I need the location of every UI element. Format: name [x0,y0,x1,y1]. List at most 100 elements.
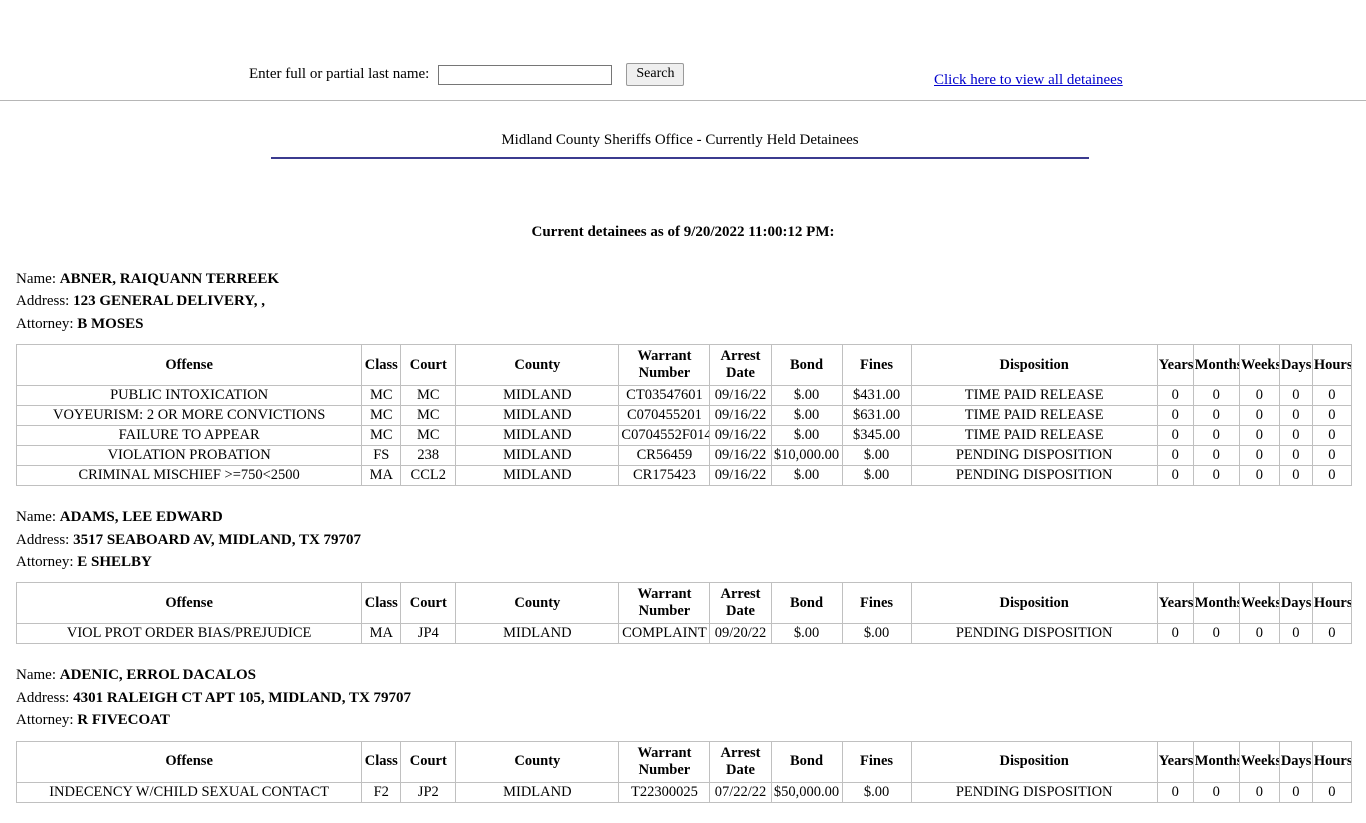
detainee-address-label: Address: [16,293,74,310]
cell-arrest: 07/22/22 [709,781,772,803]
cell-disposition: PENDING DISPOSITION [910,623,1158,645]
cell-offense: VIOLATION PROBATION [15,445,363,467]
cell-offense: FAILURE TO APPEAR [15,425,363,447]
table-row: INDECENCY W/CHILD SEXUAL CONTACT F2 JP2 MID… [15,781,1353,803]
cell-county: MIDLAND [455,623,620,645]
page-banner: Midland County Sheriffs Office - Current… [271,132,1089,159]
cell-offense: PUBLIC INTOXICATION [15,385,363,407]
search-button[interactable]: Search [626,63,685,86]
cell-court: MC [400,385,457,407]
column-header-warrant-line1: Warrant [637,744,692,761]
as-of-heading: Current detainees as of 9/20/2022 11:00:… [531,224,835,240]
detainee-name-value: ADAMS, LEE EDWARD [59,509,223,526]
column-header-bond: Bond [770,344,843,387]
column-header-years: Years [1156,344,1194,387]
column-header-arrest: Arrest Date [709,344,772,387]
cell-offense: VIOL PROT ORDER BIAS/PREJUDICE [15,623,363,645]
cell-class: MC [361,385,402,407]
table-row: CRIMINAL MISCHIEF >=750<2500 MA CCL2 MIDLAN… [15,465,1353,487]
cell-years: 0 [1156,425,1194,447]
detainee-name-line: Name: ADENIC, ERROL DACALOS [16,664,1352,686]
detainee-name-line: Name: ABNER, RAIQUANN TERREEK [16,268,1352,290]
detainee-address-label: Address: [16,531,74,548]
column-header-warrant: Warrant Number [618,740,711,783]
table-row: PUBLIC INTOXICATION MC MC MIDLAND CT03547601… [15,385,1353,407]
cell-days: 0 [1278,385,1313,407]
cell-weeks: 0 [1238,465,1280,487]
cell-months: 0 [1192,465,1240,487]
detainee-attorney-label: Attorney: [16,315,78,332]
cell-days: 0 [1278,623,1313,645]
cell-months: 0 [1192,623,1240,645]
column-header-weeks: Weeks [1238,344,1280,387]
cell-bond: $.00 [770,465,843,487]
cell-months: 0 [1192,385,1240,407]
detainee-attorney-line: Attorney: B MOSES [16,313,1352,335]
cell-weeks: 0 [1238,385,1280,407]
column-header-weeks: Weeks [1238,582,1280,625]
cell-warrant: COMPLAINT [618,623,711,645]
detainee-address-line: Address: 3517 SEABOARD AV, MIDLAND, TX 7… [16,529,1352,551]
cell-class: MA [361,465,402,487]
column-header-warrant-line2: Number [638,603,691,620]
column-header-days: Days [1278,582,1313,625]
cell-court: 238 [400,445,457,467]
cell-warrant: CR56459 [618,445,711,467]
column-header-fines: Fines [841,740,912,783]
column-header-county: County [455,582,620,625]
cell-fines: $631.00 [841,405,912,427]
detainee-name-value: ADENIC, ERROL DACALOS [59,667,257,684]
cell-county: MIDLAND [455,405,620,427]
search-input[interactable] [438,64,613,85]
cell-years: 0 [1156,405,1194,427]
cell-bond: $10,000.00 [770,445,843,467]
detainee-attorney-label: Attorney: [16,554,78,571]
cell-fines: $.00 [841,781,912,803]
cell-hours: 0 [1311,405,1353,427]
detainee-attorney-line: Attorney: R FIVECOAT [16,709,1352,731]
cell-bond: $50,000.00 [770,781,843,803]
search-bar: Enter full or partial last name: Search … [0,0,1366,88]
column-header-warrant: Warrant Number [618,582,711,625]
column-header-arrest-line1: Arrest [720,348,761,365]
column-header-months: Months [1192,740,1240,783]
cell-months: 0 [1192,425,1240,447]
table-header-row: Offense Class Court County Warrant Number Arre… [15,582,1353,625]
table-row: VIOL PROT ORDER BIAS/PREJUDICE MA JP4 MIDLA… [15,623,1353,645]
cell-weeks: 0 [1238,425,1280,447]
offense-table: Offense Class Court County Warrant Number Arre… [15,740,1353,803]
detainee-attorney-value: E SHELBY [77,554,152,571]
column-header-weeks: Weeks [1238,740,1280,783]
cell-fines: $.00 [841,623,912,645]
view-all-detainees-link[interactable]: Click here to view all detainees [934,72,1123,89]
detainee-name-label: Name: [16,667,60,684]
detainee-records-list: Name: ABNER, RAIQUANN TERREEK Address: 12… [0,268,1366,823]
detainee-address-value: 123 GENERAL DELIVERY, , [73,293,265,310]
column-header-class: Class [361,344,402,387]
detainee-address-value: 3517 SEABOARD AV, MIDLAND, TX 79707 [73,531,362,548]
column-header-hours: Hours [1311,582,1353,625]
cell-days: 0 [1278,465,1313,487]
column-header-warrant-line1: Warrant [637,586,692,603]
detainee-name-label: Name: [16,509,60,526]
column-header-months: Months [1192,582,1240,625]
cell-arrest: 09/16/22 [709,465,772,487]
cell-days: 0 [1278,781,1313,803]
column-header-court: Court [400,582,457,625]
column-header-arrest-line2: Date [725,603,755,620]
cell-bond: $.00 [770,425,843,447]
column-header-fines: Fines [841,582,912,625]
cell-weeks: 0 [1238,623,1280,645]
column-header-warrant-line2: Number [638,761,691,778]
column-header-warrant: Warrant Number [618,344,711,387]
column-header-arrest-line1: Arrest [720,744,761,761]
cell-warrant: T22300025 [618,781,711,803]
cell-hours: 0 [1311,465,1353,487]
detainee-record: Name: ADAMS, LEE EDWARD Address: 3517 SEA… [0,506,1366,645]
detainee-attorney-line: Attorney: E SHELBY [16,551,1352,573]
cell-years: 0 [1156,465,1194,487]
column-header-months: Months [1192,344,1240,387]
cell-bond: $.00 [770,623,843,645]
cell-warrant: CR175423 [618,465,711,487]
column-header-offense: Offense [15,582,363,625]
